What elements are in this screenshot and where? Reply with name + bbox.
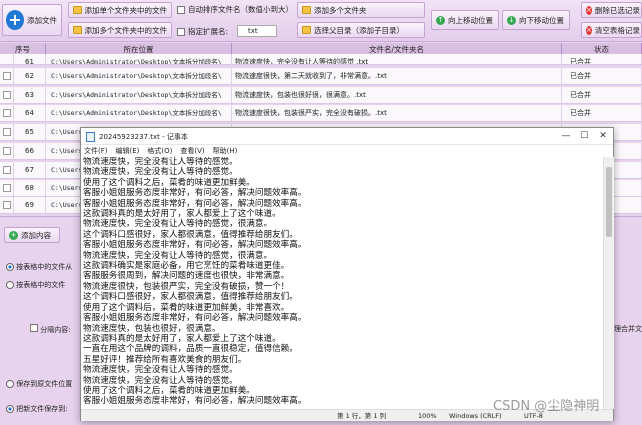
radio-button[interactable] <box>6 281 14 289</box>
cursor-position: 第 1 行，第 1 列 <box>337 412 387 420</box>
clear-icon: × <box>586 25 592 35</box>
text-line: 客服服务很周到，解决问题的速度也很快，非常满意。 <box>83 271 290 282</box>
vertical-scrollbar[interactable] <box>603 157 614 409</box>
save-new-option[interactable]: 把新文件保存到: <box>6 404 68 414</box>
row-checkbox[interactable] <box>3 91 11 99</box>
plus-icon: + <box>6 10 24 30</box>
auto-sort-option[interactable]: 自动排序文件名（数值小到大） <box>177 4 293 15</box>
radio-button[interactable] <box>6 380 14 388</box>
text-line: 客服小姐姐服务态度非常好，有问必答，解决问题效率高。 <box>83 313 307 324</box>
merge-order-option-2[interactable]: 按表格中的文件 <box>6 280 65 290</box>
text-line: 客服小姐姐服务态度非常好，有问必答，解决问题效率高。 <box>83 188 307 199</box>
menu-view[interactable]: 查看(V) <box>180 145 204 157</box>
close-icon[interactable]: ✕ <box>594 130 612 143</box>
toolbar: + 添加文件 添加单个文件夹中的文件 添加多个文件夹中的文件 自动排序文件名（数… <box>0 0 642 42</box>
notepad-titlebar[interactable]: 20245923237.txt - 记事本 — ☐ ✕ <box>81 128 613 145</box>
table-row[interactable]: 64 C:\Users\Administrator\Desktop\文本拆分加段… <box>0 105 642 122</box>
separator-checkbox[interactable] <box>30 324 38 332</box>
merge-text-label: 理合并文本 <box>614 325 642 333</box>
arrow-up-icon: ↑ <box>436 15 445 25</box>
text-line: 物流速度快，完全没有让人等待的感觉。 <box>83 167 238 178</box>
row-checkbox[interactable] <box>3 184 11 192</box>
notepad-icon <box>86 132 95 142</box>
add-content-button[interactable]: + 添加内容 <box>4 227 60 243</box>
text-line: 这个调料口感很好，家人都很满意，值得推荐给朋友们。 <box>83 229 298 240</box>
text-line: 一直在用这个品牌的调料，品质一直很稳定，值得信赖。 <box>83 344 298 355</box>
add-single-folder-button[interactable]: 添加单个文件夹中的文件 <box>68 2 172 18</box>
radio-button[interactable] <box>6 263 14 271</box>
arrow-down-icon: ↓ <box>507 15 516 25</box>
extension-input[interactable]: txt <box>237 25 277 37</box>
add-multi-folders-button[interactable]: 添加多个文件夹 <box>297 2 425 18</box>
row-checkbox[interactable] <box>3 72 11 80</box>
text-line: 五星好评！推荐给所有喜欢美食的朋友们。 <box>83 354 247 365</box>
separator-option[interactable]: 分隔内容: <box>30 324 71 335</box>
text-line: 客服小姐姐服务态度非常好，有问必答，解决问题效率高。 <box>83 240 307 251</box>
menu-format[interactable]: 格式(O) <box>147 145 172 157</box>
menu-help[interactable]: 帮助(H) <box>213 145 238 157</box>
folder-icon <box>73 26 82 34</box>
text-line: 物流速度快，完全没有让人等待的感觉，很满意。 <box>83 250 273 261</box>
plus-icon: + <box>9 230 18 240</box>
text-line: 使用了这个调料后，菜肴的味道更加鲜美，非常喜欢。 <box>83 302 290 313</box>
notepad-title: 20245923237.txt - 记事本 <box>99 133 188 141</box>
row-checkbox[interactable] <box>3 128 11 136</box>
clear-table-button[interactable]: × 清空表格记录 <box>581 22 642 38</box>
table-row[interactable]: 62 C:\Users\Administrator\Desktop\文本拆分加段… <box>0 68 642 85</box>
folder-icon <box>302 26 311 34</box>
text-line: 物流速度快，完全没有让人等待的感觉。 <box>83 157 238 167</box>
move-down-button[interactable]: ↓ 向下移动位置 <box>502 10 570 30</box>
move-up-button[interactable]: ↑ 向上移动位置 <box>431 10 499 30</box>
save-original-option[interactable]: 保存到原文件位置 <box>6 379 72 389</box>
text-line: 使用了这个调料之后，菜肴的味道更加鲜美。 <box>83 177 255 188</box>
text-line: 物流速度很快，包装很严实，完全没有破损，赞一个！ <box>83 281 290 292</box>
text-line: 这款调料真的是太好用了，家人都爱上了这个味道。 <box>83 209 281 220</box>
table-row[interactable]: 61 C:\Users\Administrator\Desktop\文本拆分加段… <box>0 54 642 65</box>
text-line: 这个调料口感很好，家人都很满意，值得推荐给朋友们。 <box>83 292 298 303</box>
delete-icon: × <box>586 5 592 15</box>
watermark: CSDN @尘隐神明 <box>493 399 600 414</box>
row-checkbox[interactable] <box>3 166 11 174</box>
add-files-label: 添加文件 <box>27 15 57 25</box>
maximize-icon[interactable]: ☐ <box>575 130 593 143</box>
menu-edit[interactable]: 编辑(E) <box>116 145 140 157</box>
text-line: 这款调料确实是家庭必备，用它烹饪的菜肴味道更佳。 <box>83 261 290 272</box>
zoom-level: 100% <box>418 412 437 420</box>
add-multi-folder-button[interactable]: 添加多个文件夹中的文件 <box>68 22 172 38</box>
row-checkbox[interactable] <box>3 201 11 209</box>
select-parent-dir-button[interactable]: 选择父目录（添加子目录） <box>297 22 425 38</box>
text-line: 物流速度快，完全没有让人等待的感觉。 <box>83 375 238 386</box>
text-line: 客服小姐姐服务态度非常好，有问必答，解决问题效率高。 <box>83 198 307 209</box>
text-line: 物流速度快，包装也很好，很满意。 <box>83 323 221 334</box>
radio-button[interactable] <box>6 405 14 413</box>
text-line: 物流速度快，完全没有让人等待的感觉，很满意。 <box>83 219 273 230</box>
scrollbar-thumb[interactable] <box>606 167 612 237</box>
notepad-menubar: 文件(F) 编辑(E) 格式(O) 查看(V) 帮助(H) <box>81 145 613 157</box>
notepad-window: 20245923237.txt - 记事本 — ☐ ✕ 文件(F) 编辑(E) … <box>80 127 614 421</box>
minimize-icon[interactable]: — <box>557 130 575 143</box>
row-checkbox[interactable] <box>3 109 11 117</box>
table-row[interactable]: 63 C:\Users\Administrator\Desktop\文本拆分加段… <box>0 87 642 104</box>
auto-sort-checkbox[interactable] <box>177 5 185 14</box>
specify-ext-option[interactable]: 指定扩展名: <box>177 26 228 37</box>
text-line: 物流速度快，完全没有让人等待的感觉。 <box>83 365 238 376</box>
folder-icon <box>302 6 311 14</box>
merge-order-option-1[interactable]: 按表格中的文件从 <box>6 262 72 272</box>
delete-selected-button[interactable]: × 删除已选记录 <box>581 2 642 18</box>
folder-icon <box>73 6 82 14</box>
notepad-text-area[interactable]: 物流速度快，完全没有让人等待的感觉。 物流速度快，完全没有让人等待的感觉。 使用了这… <box>81 157 603 409</box>
add-files-button[interactable]: + 添加文件 <box>2 4 62 36</box>
text-line: 这款调料真的是太好用了，家人都爱上了这个味道。 <box>83 333 281 344</box>
row-checkbox[interactable] <box>3 147 11 155</box>
specify-ext-checkbox[interactable] <box>177 27 185 36</box>
menu-file[interactable]: 文件(F) <box>84 145 108 157</box>
